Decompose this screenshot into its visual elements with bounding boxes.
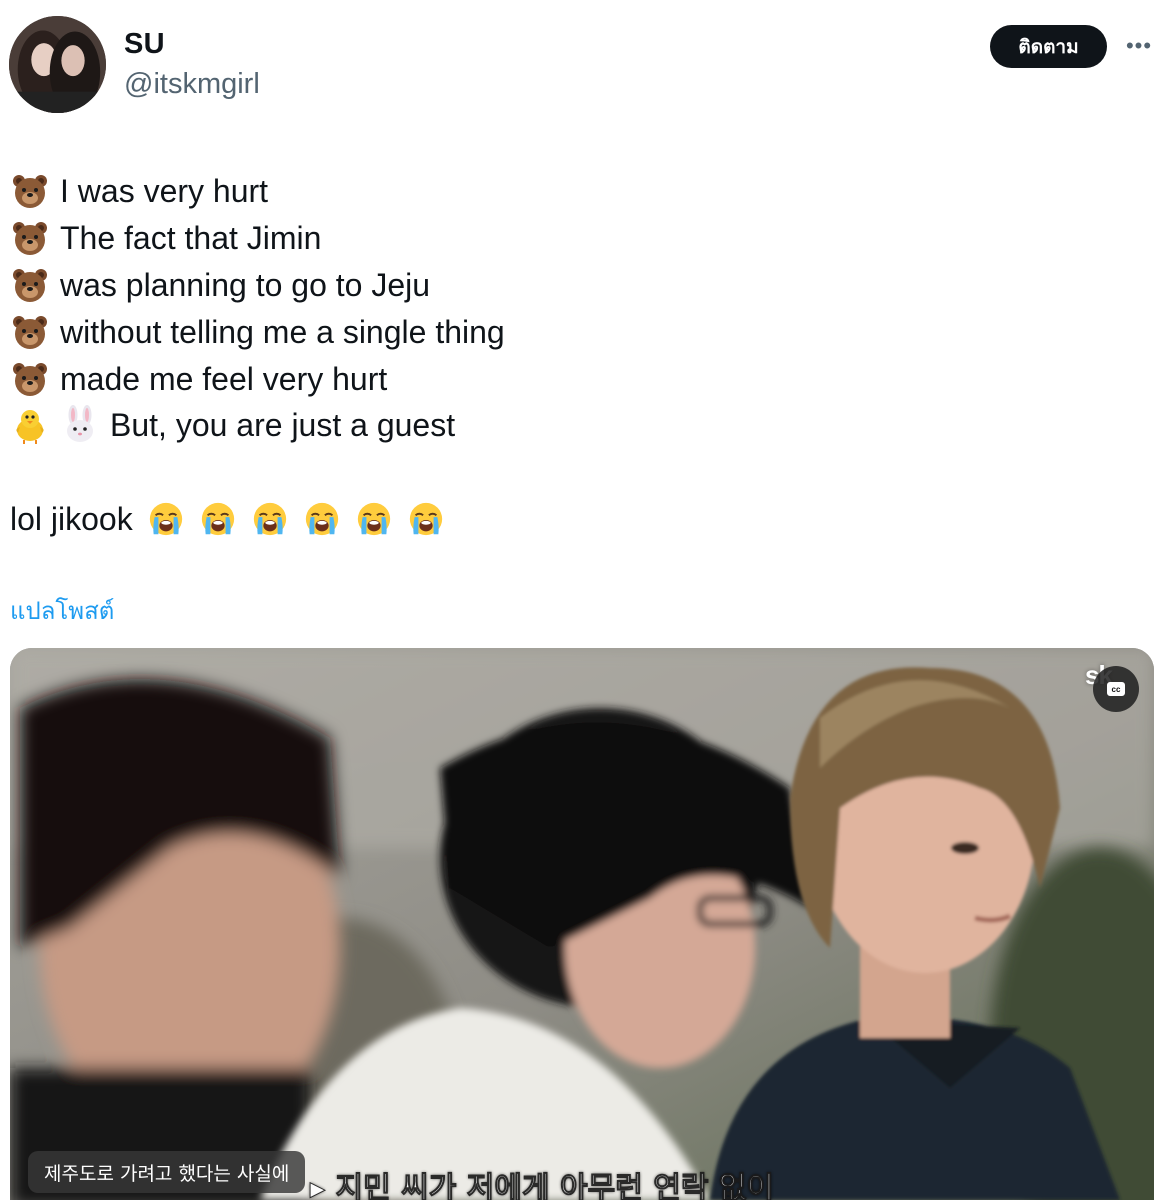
- loudly-crying-face-emoji-icon: [357, 502, 390, 536]
- tweet-line-text: The fact that Jimin: [60, 220, 322, 257]
- follow-button[interactable]: ติดตาม: [990, 25, 1107, 68]
- bear-face-emoji-icon: [13, 268, 47, 302]
- tweet-line-text: I was very hurt: [60, 173, 269, 210]
- loudly-crying-face-emoji-icon: [305, 502, 338, 536]
- cc-label: cc: [1107, 682, 1125, 696]
- tweet-line: was planning to go to Jeju: [10, 262, 710, 309]
- loudly-crying-face-emoji-icon: [409, 502, 442, 536]
- tweet-line-text: made me feel very hurt: [60, 360, 388, 397]
- tweet-line: But, you are just a guest: [10, 402, 710, 449]
- bear-face-emoji-icon: [13, 222, 47, 256]
- tweet-media-video[interactable]: sk cc 제주도로 가려고 했다는 사실에 ▸ 지민 씨가 저에게 아무런 연…: [10, 648, 1154, 1200]
- loudly-crying-face-emoji-icon: [253, 502, 286, 536]
- author-avatar[interactable]: [9, 16, 106, 113]
- tweet-line-text: without telling me a single thing: [60, 313, 505, 350]
- author-display-name[interactable]: SU: [124, 28, 165, 61]
- translate-post-link[interactable]: แปลโพสต์: [10, 591, 114, 630]
- tweet-line: I was very hurt: [10, 168, 710, 215]
- more-options-icon[interactable]: •••: [1124, 33, 1154, 58]
- tweet-line: made me feel very hurt: [10, 355, 710, 402]
- avatar-photo: [9, 16, 106, 113]
- loudly-crying-face-emoji-icon: [149, 502, 182, 536]
- tweet-line-text: was planning to go to Jeju: [60, 266, 431, 303]
- bear-face-emoji-icon: [13, 175, 47, 209]
- bear-face-emoji-icon: [13, 315, 47, 349]
- tweet-footer-line: lol jikook: [10, 496, 445, 542]
- tweet-line: The fact that Jimin: [10, 215, 710, 262]
- author-handle[interactable]: @itskmgirl: [124, 68, 260, 101]
- rabbit-face-emoji-icon: [67, 405, 93, 443]
- closed-captions-icon[interactable]: cc: [1093, 666, 1139, 712]
- caption-overlay: 제주도로 가려고 했다는 사실에: [28, 1151, 306, 1193]
- footer-text: lol jikook: [10, 500, 133, 537]
- tweet-line: without telling me a single thing: [10, 308, 710, 355]
- tweet-text: I was very hurt The fact that Jimin was pl…: [10, 168, 710, 449]
- bear-face-emoji-icon: [13, 362, 47, 396]
- video-frame: [10, 648, 1154, 1200]
- chick-emoji-icon: [16, 410, 44, 445]
- tweet-line-text: But, you are just a guest: [110, 407, 456, 444]
- loudly-crying-face-emoji-icon: [201, 502, 234, 536]
- burned-in-subtitle: ▸ 지민 씨가 저에게 아무런 연락 없이: [309, 1171, 775, 1200]
